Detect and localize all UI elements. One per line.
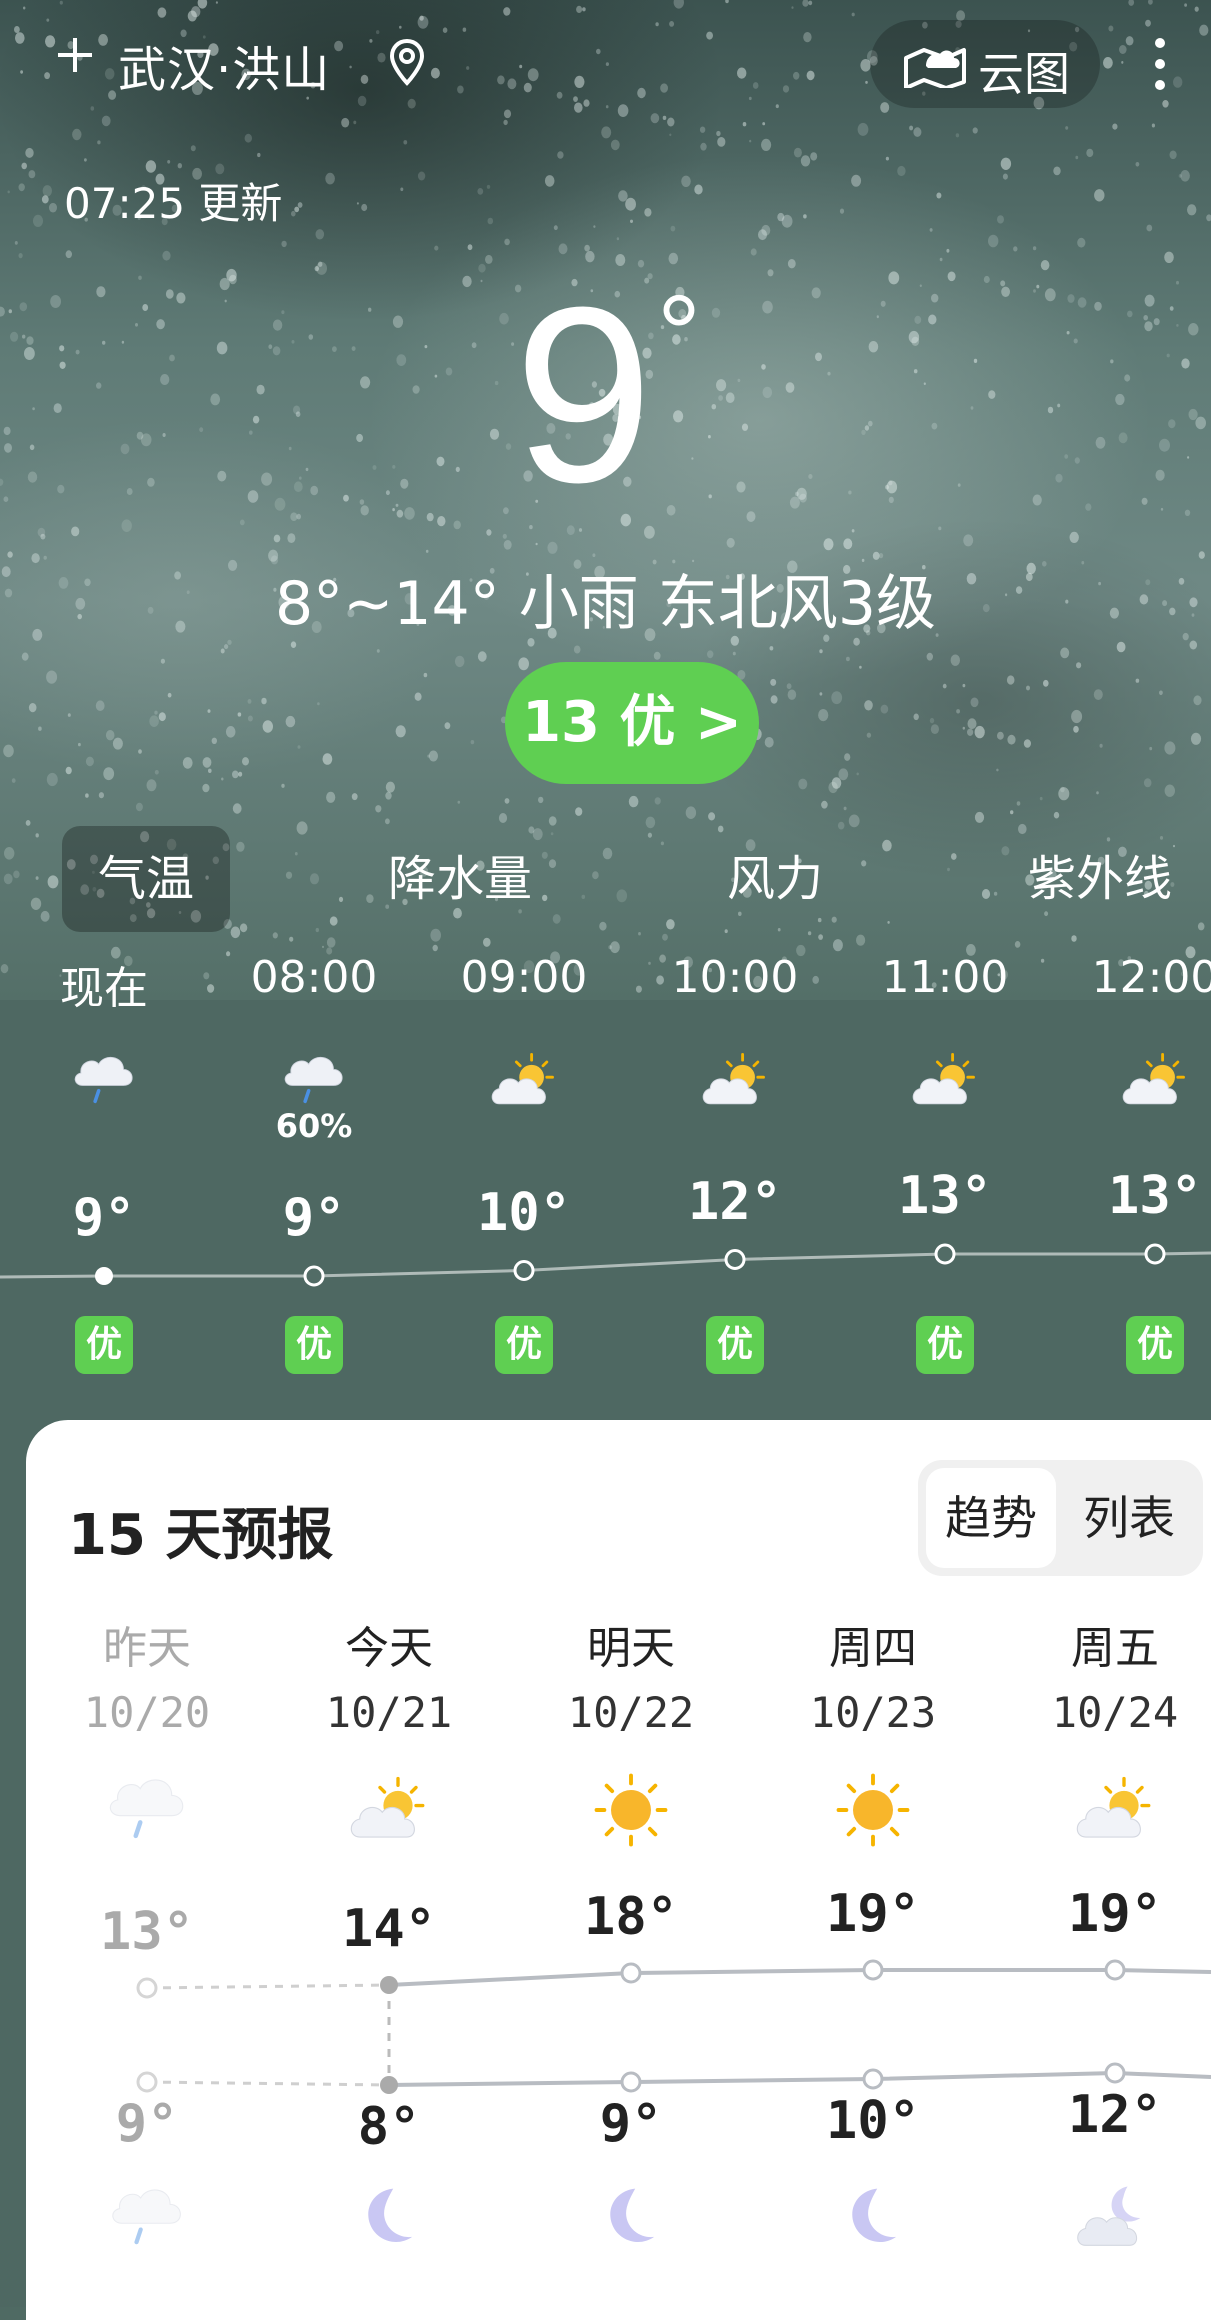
add-city-icon[interactable] [58,38,92,72]
rain-cloud-icon [102,1770,192,1854]
forecast-card: 15 天预报 趋势 列表 昨天 10/20 13° 9° 今天 10/21 14° 8°… [26,1420,1211,2320]
hour-point [95,1267,113,1285]
tab-wind[interactable]: 风力 [680,826,870,932]
update-time: 07:25 更新 [64,179,283,228]
hour-time: 09:00 [460,952,588,1003]
day-high-temp: 14° [342,1899,436,1959]
day-low-temp: 8° [357,2097,421,2157]
hour-time: 11:00 [881,952,1009,1003]
day-high-point [136,1977,158,1999]
more-menu-icon[interactable] [1150,32,1170,96]
aqi-button[interactable]: 13 优 > [505,662,759,784]
tab-precipitation[interactable]: 降水量 [360,826,560,932]
day-label: 昨天 [103,1623,191,1674]
day-label: 周四 [829,1623,917,1674]
day-high-temp: 18° [584,1887,678,1947]
partly-sunny-icon [344,1770,434,1854]
day-date: 10/20 [83,1688,211,1737]
hour-time: 12:00 [1091,952,1211,1003]
rain-cloud-icon [105,2180,189,2260]
location-pin-icon [389,38,425,86]
hour-point [303,1265,325,1287]
hour-point [1144,1243,1166,1265]
day-low-temp: 9° [115,2094,179,2154]
day-low-temp: 10° [826,2091,920,2151]
day-label: 今天 [345,1623,433,1674]
day-date: 10/22 [567,1688,695,1737]
moon-icon [589,2180,673,2260]
current-conditions: 8°~14° 小雨 东北风3级 [274,569,937,639]
current-temperature: 9° [513,255,702,534]
day-high-point [620,1962,642,1984]
cloud-map-button[interactable]: 云图 [870,20,1100,108]
hour-temperature: 13° [898,1166,992,1226]
precip-probability: 60% [275,1107,353,1145]
day-high-temp: 13° [100,1902,194,1962]
cloud-map-icon [904,48,966,88]
hour-point [724,1249,746,1270]
day-date: 10/23 [809,1688,937,1737]
day-low-point [1104,2062,1126,2084]
hour-time: 现在 [60,963,148,1014]
day-date: 10/21 [325,1688,453,1737]
moon-icon [347,2180,431,2260]
hour-temperature: 12° [688,1171,782,1232]
day-high-point [862,1959,884,1981]
moon-icon [831,2180,915,2260]
day-low-point [862,2068,884,2090]
tab-uv[interactable]: 紫外线 [1000,826,1200,932]
partly-cloudy-icon [486,1050,562,1116]
cloud-map-label: 云图 [978,47,1070,101]
partly-cloudy-icon [907,1050,983,1116]
partly-sunny-icon [1070,1770,1160,1854]
day-high-point [380,1976,398,1994]
day-label: 明天 [587,1623,675,1674]
hour-point [934,1243,956,1265]
day-date: 10/24 [1051,1688,1179,1737]
top-bar: 武汉·洪山 云图 [0,0,1211,130]
rain-cloud-icon [66,1050,142,1116]
chart-tabs: 气温 降水量 风力 紫外线 [0,826,1211,936]
day-high-temp: 19° [1068,1884,1162,1944]
partly-cloudy-icon [697,1050,773,1116]
moon-cloud-icon [1073,2180,1157,2260]
hourly-temperature-line [0,1243,1211,1287]
day-low-temp: 12° [1068,2085,1162,2145]
day-low-point [380,2076,398,2094]
hour-time: 10:00 [671,952,799,1003]
hour-point [513,1260,535,1281]
sun-icon [586,1770,676,1854]
city-name[interactable]: 武汉·洪山 [118,30,330,100]
day-label: 周五 [1071,1623,1159,1674]
day-low-point [620,2071,642,2093]
hour-temperature: 13° [1108,1166,1202,1226]
tab-temperature[interactable]: 气温 [62,826,230,932]
day-low-temp: 9° [599,2094,663,2154]
partly-cloudy-icon [1117,1050,1193,1116]
day-low-point [136,2071,158,2093]
hour-time: 08:00 [250,952,378,1003]
day-high-point [1104,1959,1126,1981]
day-high-temp: 19° [826,1884,920,1944]
sun-icon [828,1770,918,1854]
